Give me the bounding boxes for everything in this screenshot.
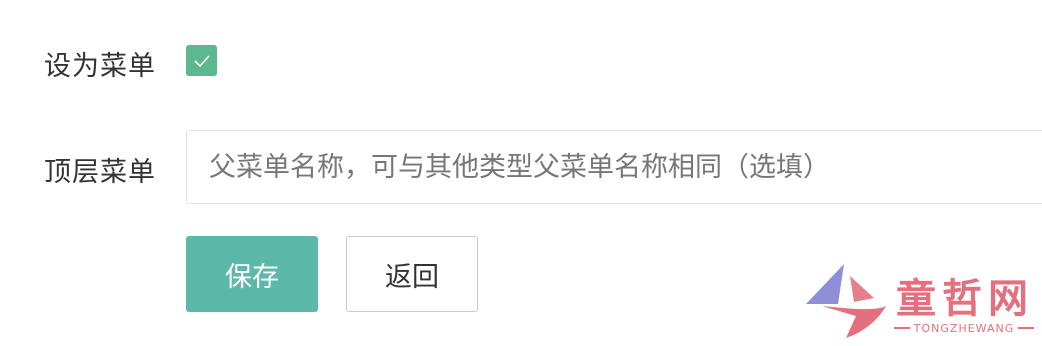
top-menu-label: 顶层菜单 — [44, 157, 156, 188]
menu-settings-form: 设为菜单 顶层菜单 保存 返回 童哲网 TONGZHEWANG — [0, 0, 1042, 346]
set-as-menu-checkbox[interactable] — [186, 45, 217, 76]
save-button[interactable]: 保存 — [186, 236, 318, 312]
watermark-subtext: TONGZHEWANG — [913, 321, 1015, 335]
watermark-subtitle: TONGZHEWANG — [894, 320, 1035, 336]
watermark-line-left — [894, 327, 910, 329]
back-button[interactable]: 返回 — [346, 236, 478, 312]
top-menu-input[interactable] — [187, 131, 1042, 203]
watermark-logo: 童哲网 TONGZHEWANG — [804, 262, 1040, 342]
logo-mark-icon — [806, 264, 886, 338]
check-icon — [193, 54, 210, 67]
watermark-text: 童哲网 — [896, 275, 1034, 322]
set-as-menu-label: 设为菜单 — [44, 51, 156, 82]
watermark-line-right — [1018, 327, 1035, 329]
top-menu-input-wrapper — [186, 130, 1042, 204]
